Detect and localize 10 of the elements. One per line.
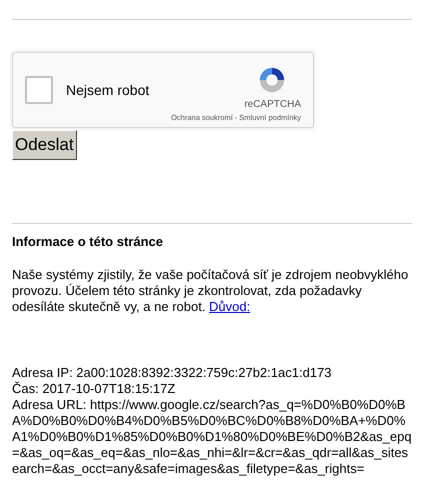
section-heading: Informace o této stránce	[12, 234, 164, 249]
detail-line: Adresa IP: 2a00:1028:8392:3322:759c:27b2:1ac1:d173	[12, 365, 332, 381]
checkbox-label: Nejsem robot	[66, 82, 150, 98]
url-line: Adresa URL: https://www.google.cz/search?as_q=%D0%B0%D0%BA%D0%B0%D0%B4%D0%B5%D0%BC%D0%B8%D0%BA+%D0%A1%D0%B0%D1%85%D0%B0%D1%80%D0%BE%D0%B2&as_epq=&as_oq=&as_eq=&as_nlo=&as_nhi=&lr=&cr=&as_qdr=all&as_sitesearch=&as_occt=any&safe=images&as_filetype=&as_rights=	[12, 397, 412, 477]
submit-button[interactable]: Odeslat	[12, 130, 77, 160]
detail-line: Čas: 2017-10-07T18:15:17Z	[12, 381, 176, 397]
reason-link[interactable]: Důvod:	[209, 299, 250, 314]
checkbox[interactable]	[25, 76, 53, 104]
info-paragraph: Naše systémy zjistily, že vaše počítačová síť je zdrojem neobvyklého provozu. Účelem této stránky je zkontrolovat, zda požadavky odesíláte skutečně vy, a ne robot. Důvod:	[12, 267, 410, 315]
brand-name: reCAPTCHA	[244, 98, 301, 110]
